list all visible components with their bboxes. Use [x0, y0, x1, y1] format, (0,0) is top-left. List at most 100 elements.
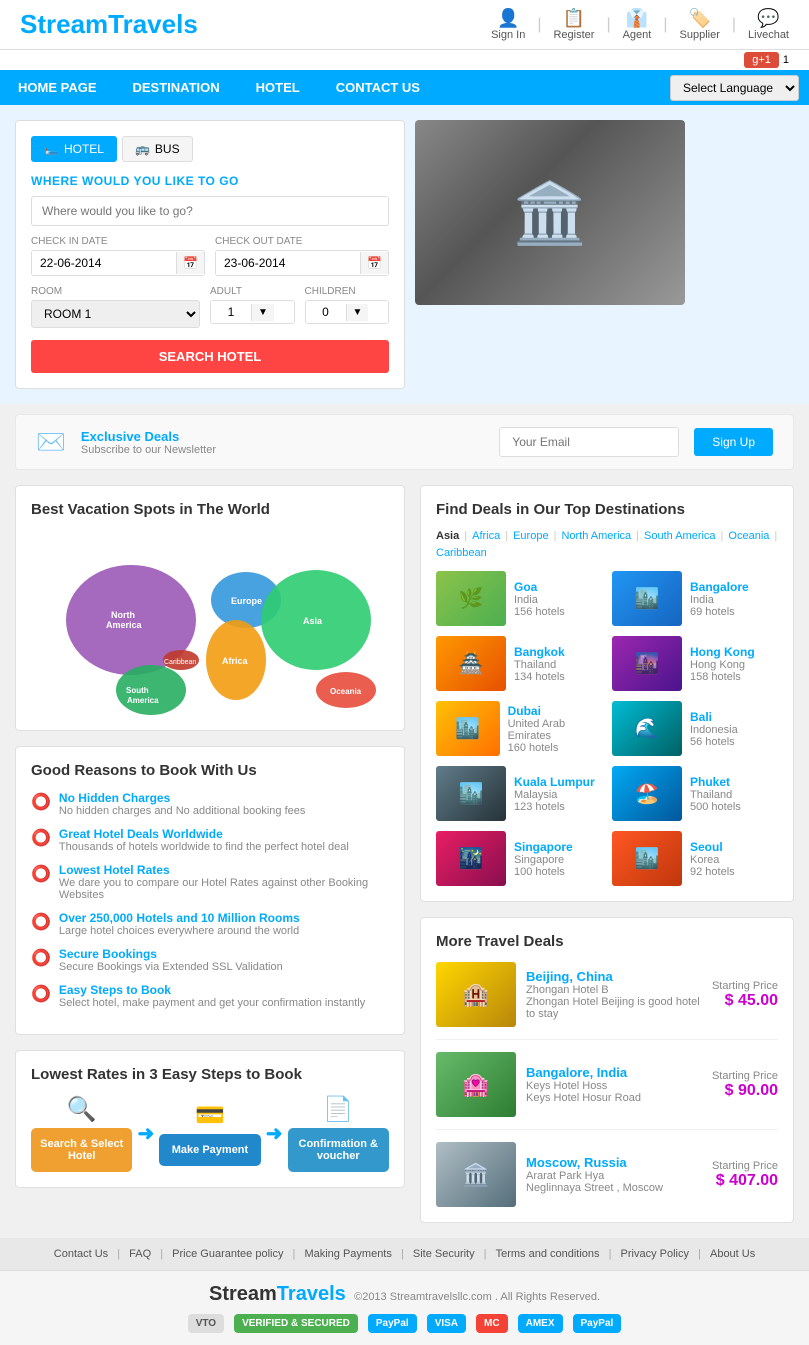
search-hotel-button[interactable]: SEARCH HOTEL — [31, 340, 389, 373]
reason-item-0: ⭕ No Hidden Charges No hidden charges an… — [31, 791, 389, 817]
region-tab-southamerica[interactable]: South America — [644, 530, 716, 542]
footer-link-faq[interactable]: FAQ — [129, 1248, 151, 1260]
dest-name-kl[interactable]: Kuala Lumpur — [514, 775, 595, 789]
dest-name-seoul[interactable]: Seoul — [690, 840, 735, 854]
deal-item-bangalore: 🏩 Bangalore, India Keys Hotel Hoss Keys … — [436, 1052, 778, 1130]
reason-icon-3: ⭕ — [31, 912, 51, 932]
checkin-input-wrap: 📅 — [31, 250, 205, 276]
adult-input[interactable] — [211, 301, 251, 323]
step-3-button[interactable]: Confirmation & voucher — [288, 1128, 389, 1172]
where-input[interactable] — [31, 196, 389, 226]
dest-thumb-phuket[interactable]: 🏖️ — [612, 766, 682, 821]
dest-country-kl: Malaysia — [514, 789, 595, 801]
dest-name-dubai[interactable]: Dubai — [508, 704, 602, 718]
checkout-calendar-icon[interactable]: 📅 — [360, 252, 388, 274]
dest-name-bangkok[interactable]: Bangkok — [514, 645, 565, 659]
footer-link-payments[interactable]: Making Payments — [304, 1248, 391, 1260]
dest-thumb-kl[interactable]: 🏙️ — [436, 766, 506, 821]
footer-link-privacy[interactable]: Privacy Policy — [621, 1248, 689, 1260]
newsletter-signup-button[interactable]: Sign Up — [694, 428, 773, 456]
search-tabs: 🛏️ HOTEL 🚌 BUS — [31, 136, 389, 162]
deal-thumb-bangaloredeal[interactable]: 🏩 — [436, 1052, 516, 1117]
world-map-svg: North America Caribbean South America Eu… — [31, 530, 391, 715]
deal-price-value-moscow: $ 407.00 — [712, 1172, 778, 1190]
deal-thumb-moscow[interactable]: 🏛️ — [436, 1142, 516, 1207]
dest-name-phuket[interactable]: Phuket — [690, 775, 741, 789]
dest-item-kl: 🏙️ Kuala Lumpur Malaysia 123 hotels — [436, 766, 602, 821]
supplier-button[interactable]: 🏷️ Supplier — [680, 8, 720, 41]
dest-thumb-goa[interactable]: 🌿 — [436, 571, 506, 626]
deal-name-moscow[interactable]: Moscow, Russia — [526, 1155, 702, 1170]
checkin-calendar-icon[interactable]: 📅 — [176, 252, 204, 274]
region-tabs: Asia | Africa | Europe | North America |… — [436, 530, 778, 559]
checkout-input[interactable] — [216, 251, 360, 275]
footer-link-security[interactable]: Site Security — [413, 1248, 475, 1260]
bus-tab[interactable]: 🚌 BUS — [122, 136, 193, 162]
badge-visa: VISA — [427, 1314, 466, 1333]
adult-decrement[interactable]: ▼ — [251, 304, 274, 321]
signin-button[interactable]: 👤 Sign In — [491, 8, 525, 41]
children-input[interactable] — [306, 301, 346, 323]
step-1-button[interactable]: Search & Select Hotel — [31, 1128, 132, 1172]
deal-name-beijing[interactable]: Beijing, China — [526, 969, 702, 984]
region-tab-europe[interactable]: Europe — [513, 530, 548, 542]
dest-thumb-seoul[interactable]: 🏙️ — [612, 831, 682, 886]
nav-item-home[interactable]: HOME PAGE — [0, 70, 115, 105]
footer-link-contact[interactable]: Contact Us — [54, 1248, 108, 1260]
dest-thumb-dubai[interactable]: 🏙️ — [436, 701, 500, 756]
dest-name-bangalore[interactable]: Bangalore — [690, 580, 749, 594]
dest-name-bali[interactable]: Bali — [690, 710, 738, 724]
steps-title: Lowest Rates in 3 Easy Steps to Book — [31, 1066, 389, 1083]
language-selector[interactable]: Select Language English French Spanish G… — [670, 75, 799, 101]
livechat-button[interactable]: 💬 Livechat — [748, 8, 789, 41]
dest-info-seoul: Seoul Korea 92 hotels — [690, 840, 735, 878]
logo-part2: Travels — [108, 9, 198, 39]
reason-title-1: Great Hotel Deals Worldwide — [59, 827, 349, 841]
dest-item-bangalore: 🏙️ Bangalore India 69 hotels — [612, 571, 778, 626]
dest-item-goa: 🌿 Goa India 156 hotels — [436, 571, 602, 626]
search-form: 🛏️ HOTEL 🚌 BUS WHERE WOULD YOU LIKE TO G… — [15, 120, 405, 389]
adult-input-wrap: ▼ — [210, 300, 295, 324]
newsletter-email-input[interactable] — [499, 427, 679, 457]
gplus-button[interactable]: g+1 — [744, 52, 779, 68]
dest-name-hongkong[interactable]: Hong Kong — [690, 645, 755, 659]
region-tab-oceania[interactable]: Oceania — [728, 530, 769, 542]
dest-hotels-bangkok: 134 hotels — [514, 671, 565, 683]
dest-thumb-bali[interactable]: 🌊 — [612, 701, 682, 756]
dest-thumb-hongkong[interactable]: 🌆 — [612, 636, 682, 691]
dest-thumb-singapore[interactable]: 🌃 — [436, 831, 506, 886]
dest-thumb-bangkok[interactable]: 🏯 — [436, 636, 506, 691]
checkin-input[interactable] — [32, 251, 176, 275]
reason-desc-5: Select hotel, make payment and get your … — [59, 997, 365, 1009]
dest-country-hongkong: Hong Kong — [690, 659, 755, 671]
deal-info-bangaloredeal: Bangalore, India Keys Hotel Hoss Keys Ho… — [526, 1065, 702, 1104]
region-tab-asia[interactable]: Asia — [436, 530, 459, 542]
dest-name-singapore[interactable]: Singapore — [514, 840, 573, 854]
dest-name-goa[interactable]: Goa — [514, 580, 565, 594]
footer-link-about[interactable]: About Us — [710, 1248, 755, 1260]
dest-thumb-bangalore[interactable]: 🏙️ — [612, 571, 682, 626]
nav-item-destination[interactable]: DESTINATION — [115, 70, 238, 105]
dest-country-goa: India — [514, 594, 565, 606]
register-button[interactable]: 📋 Register — [553, 8, 594, 41]
dest-item-phuket: 🏖️ Phuket Thailand 500 hotels — [612, 766, 778, 821]
footer-link-price[interactable]: Price Guarantee policy — [172, 1248, 283, 1260]
nav-item-contact[interactable]: CONTACT US — [318, 70, 438, 105]
region-tab-caribbean[interactable]: Caribbean — [436, 547, 487, 559]
dest-hotels-seoul: 92 hotels — [690, 866, 735, 878]
hotel-tab[interactable]: 🛏️ HOTEL — [31, 136, 117, 162]
region-tab-northamerica[interactable]: North America — [561, 530, 631, 542]
nav-item-hotel[interactable]: HOTEL — [238, 70, 318, 105]
language-dropdown[interactable]: Select Language English French Spanish G… — [670, 75, 799, 101]
region-tab-africa[interactable]: Africa — [472, 530, 500, 542]
deal-thumb-beijing[interactable]: 🏨 — [436, 962, 516, 1027]
footer-link-terms[interactable]: Terms and conditions — [496, 1248, 600, 1260]
agent-button[interactable]: 👔 Agent — [623, 8, 652, 41]
children-decrement[interactable]: ▼ — [346, 304, 369, 321]
step-2-button[interactable]: Make Payment — [159, 1134, 260, 1166]
deal-name-bangaloredeal[interactable]: Bangalore, India — [526, 1065, 702, 1080]
dest-country-dubai: United Arab Emirates — [508, 718, 602, 742]
agent-label: Agent — [623, 29, 652, 41]
reasons-section: Good Reasons to Book With Us ⭕ No Hidden… — [15, 746, 405, 1035]
room-select[interactable]: ROOM 1 ROOM 2 — [31, 300, 200, 328]
